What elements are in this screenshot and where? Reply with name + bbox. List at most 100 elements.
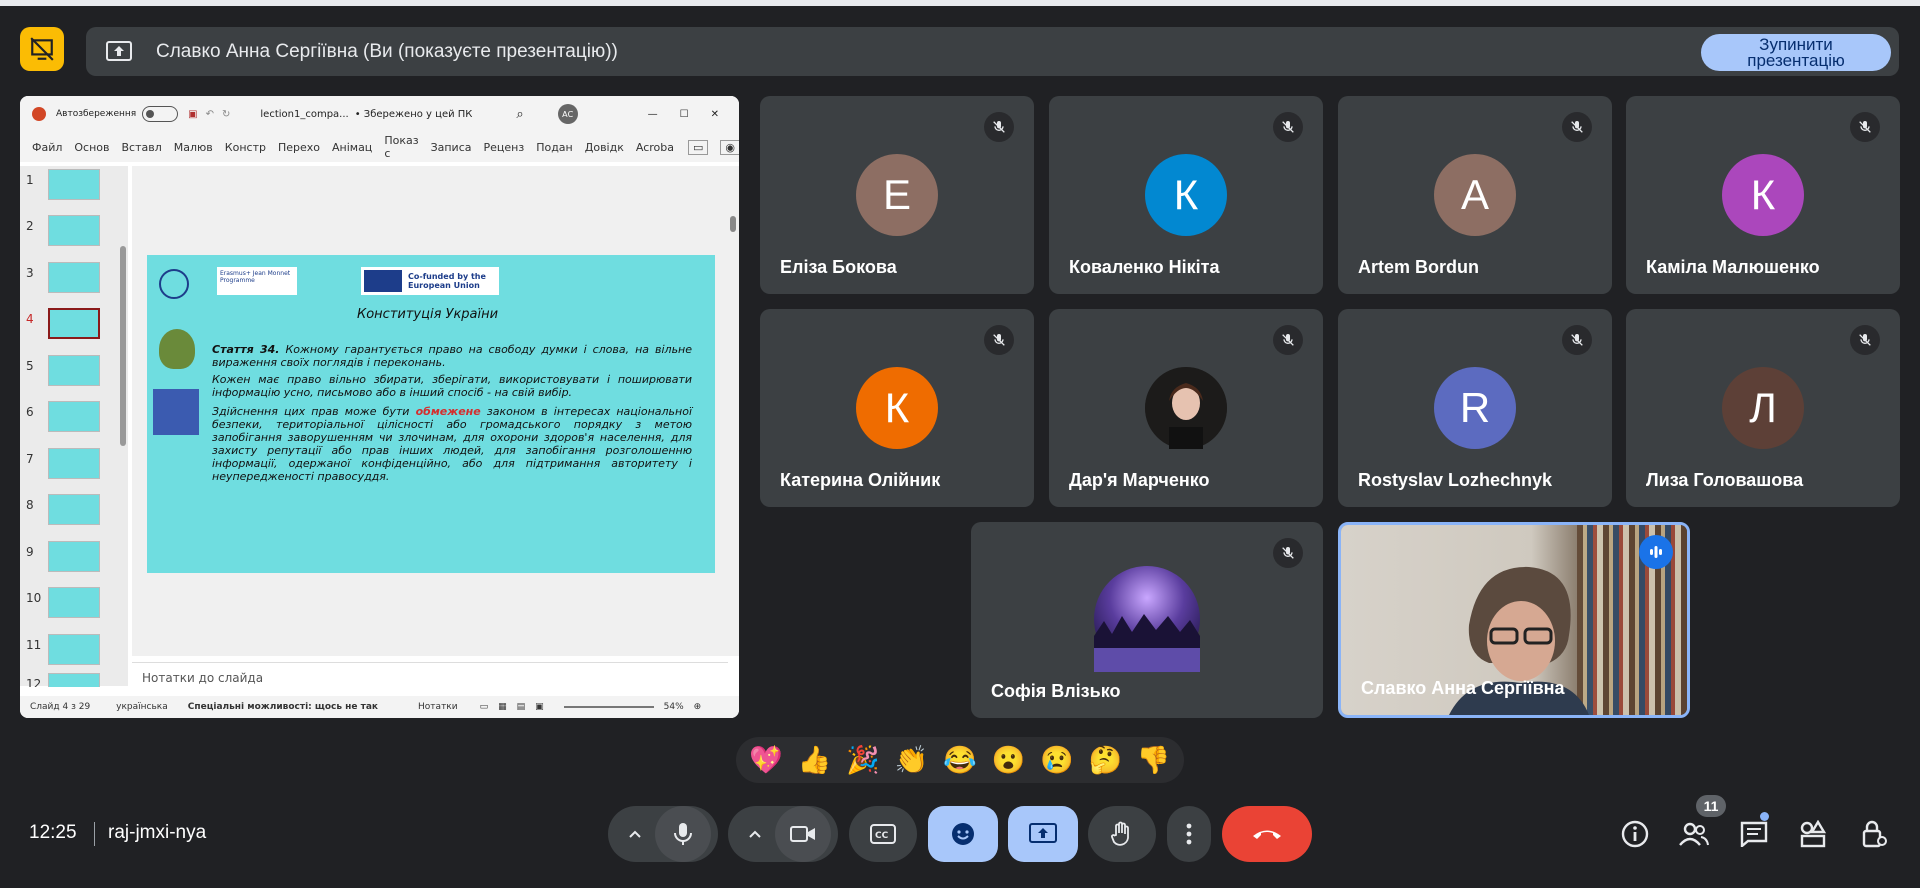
comments-icon[interactable]: ▭ (688, 139, 709, 155)
notes-toggle[interactable]: Нотатки (418, 702, 458, 712)
language-indicator[interactable]: українська (116, 702, 168, 712)
thumbnail-row[interactable]: 10 (20, 587, 120, 627)
participant-tile[interactable]: Софія Влізько (971, 522, 1323, 718)
record-icon[interactable]: ◉ (720, 139, 739, 155)
participant-tile[interactable]: К Коваленко Нікіта (1049, 96, 1323, 294)
normal-view-icon[interactable]: ▭ (480, 702, 489, 712)
thumbnail-row[interactable]: 8 (20, 494, 120, 534)
reaction-sad[interactable]: 😢 (1040, 744, 1074, 776)
menu-slideshow[interactable]: Показ с (384, 134, 418, 160)
search-icon[interactable]: ⌕ (516, 107, 523, 122)
reaction-heart[interactable]: 💖 (749, 744, 783, 776)
participant-tile[interactable]: A Artem Bordun (1338, 96, 1612, 294)
menu-view[interactable]: Подан (536, 141, 573, 154)
reaction-laugh[interactable]: 😂 (943, 744, 977, 776)
camera-button[interactable] (775, 806, 831, 862)
thumbnail-row[interactable]: 12 (20, 673, 120, 687)
filename[interactable]: lection1_compa... (260, 109, 348, 120)
slide-thumbnail[interactable] (48, 673, 100, 687)
present-now-button[interactable] (1008, 806, 1078, 862)
menu-review[interactable]: Реценз (484, 141, 525, 154)
audio-options-chevron-icon[interactable] (615, 829, 655, 839)
slideshow-view-icon[interactable]: ▣ (535, 702, 544, 712)
participant-tile[interactable]: К Катерина Олійник (760, 309, 1034, 507)
thumbnail-row[interactable]: 1 (20, 169, 120, 209)
thumbnail-row[interactable]: 11 (20, 634, 120, 674)
people-icon[interactable] (1678, 818, 1710, 850)
slide-thumbnail[interactable] (48, 262, 100, 293)
emoji-reactions-button[interactable] (928, 806, 998, 862)
video-options-chevron-icon[interactable] (735, 829, 775, 839)
presenting-indicator-icon[interactable] (20, 27, 64, 71)
participant-tile[interactable]: Е Еліза Бокова (760, 96, 1034, 294)
thumbnail-row[interactable]: 2 (20, 215, 120, 255)
activities-icon[interactable] (1797, 818, 1829, 850)
host-controls-lock-icon[interactable] (1858, 818, 1890, 850)
menu-file[interactable]: Файл (32, 141, 62, 154)
slide-thumbnail[interactable] (48, 634, 100, 665)
menu-record[interactable]: Записа (431, 141, 472, 154)
self-video-tile[interactable]: Славко Анна Сергіївна (1338, 522, 1690, 718)
fit-slide-icon[interactable]: ⊕ (694, 702, 702, 712)
autosave-toggle[interactable] (142, 106, 179, 122)
reaction-thumbs-up[interactable]: 👍 (798, 744, 832, 776)
zoom-slider[interactable] (563, 706, 654, 708)
chat-icon[interactable] (1738, 818, 1770, 850)
minimize-icon[interactable]: — (648, 109, 658, 120)
notes-field[interactable]: Нотатки до слайда (132, 662, 728, 694)
thumbnail-row[interactable]: 6 (20, 401, 120, 441)
slide-thumbnail[interactable] (48, 169, 100, 200)
participant-tile[interactable]: Л Лиза Головашова (1626, 309, 1900, 507)
raise-hand-button[interactable] (1088, 806, 1156, 862)
thumbnail-row[interactable]: 3 (20, 262, 120, 302)
slide-thumbnail[interactable] (48, 401, 100, 432)
participant-tile[interactable]: Дар'я Марченко (1049, 309, 1323, 507)
stop-presenting-button[interactable]: Зупинити презентацію (1701, 34, 1891, 71)
reaction-clap[interactable]: 👏 (895, 744, 929, 776)
thumbnail-row[interactable]: 9 (20, 541, 120, 581)
microphone-button[interactable] (655, 806, 711, 862)
menu-animations[interactable]: Анімац (332, 141, 372, 154)
slide-thumbnail[interactable] (48, 215, 100, 246)
participant-tile[interactable]: К Каміла Малюшенко (1626, 96, 1900, 294)
menu-insert[interactable]: Вставл (122, 141, 162, 154)
thumbnail-row-active[interactable]: 4 (20, 308, 120, 348)
undo-icon[interactable]: ↶ (206, 109, 214, 120)
reaction-thinking[interactable]: 🤔 (1088, 744, 1122, 776)
menu-help[interactable]: Довідк (585, 141, 624, 154)
reaction-thumbs-down[interactable]: 👎 (1137, 744, 1171, 776)
participant-tile[interactable]: R Rostyslav Lozhechnyk (1338, 309, 1612, 507)
close-icon[interactable]: ✕ (711, 109, 719, 120)
thumbnails-scrollbar[interactable] (120, 246, 126, 446)
thumbnail-row[interactable]: 5 (20, 355, 120, 395)
maximize-icon[interactable]: ☐ (680, 109, 689, 120)
menu-transitions[interactable]: Перехо (278, 141, 320, 154)
reaction-party[interactable]: 🎉 (846, 744, 880, 776)
accessibility-status[interactable]: Спеціальні можливості: щось не так (188, 702, 378, 712)
current-slide[interactable]: Erasmus+ Jean Monnet Programme Co-funded… (147, 255, 715, 573)
reading-view-icon[interactable]: ▤ (517, 702, 526, 712)
slide-thumbnail[interactable] (48, 494, 100, 525)
zoom-level[interactable]: 54% (664, 702, 684, 712)
reaction-surprised[interactable]: 😮 (992, 744, 1026, 776)
slide-scrollbar[interactable] (728, 166, 739, 656)
menu-draw[interactable]: Малюв (174, 141, 213, 154)
save-icon[interactable]: ▣ (188, 109, 197, 120)
slide-thumbnail[interactable] (48, 355, 100, 386)
meeting-info-icon[interactable] (1619, 818, 1651, 850)
user-avatar[interactable]: АС (557, 104, 578, 124)
menu-acrobat[interactable]: Acroba (636, 141, 674, 154)
more-options-button[interactable] (1167, 806, 1211, 862)
menu-design[interactable]: Констр (225, 141, 266, 154)
menu-home[interactable]: Основ (74, 141, 109, 154)
slide-thumbnail-active[interactable] (48, 308, 100, 339)
meeting-code[interactable]: raj-jmxi-nya (108, 822, 206, 844)
captions-button[interactable]: CC (849, 806, 917, 862)
redo-icon[interactable]: ↻ (222, 109, 230, 120)
leave-call-button[interactable] (1222, 806, 1312, 862)
slide-thumbnail[interactable] (48, 587, 100, 618)
sorter-view-icon[interactable]: ▦ (498, 702, 507, 712)
slide-thumbnail[interactable] (48, 448, 100, 479)
slide-thumbnail[interactable] (48, 541, 100, 572)
thumbnail-row[interactable]: 7 (20, 448, 120, 488)
